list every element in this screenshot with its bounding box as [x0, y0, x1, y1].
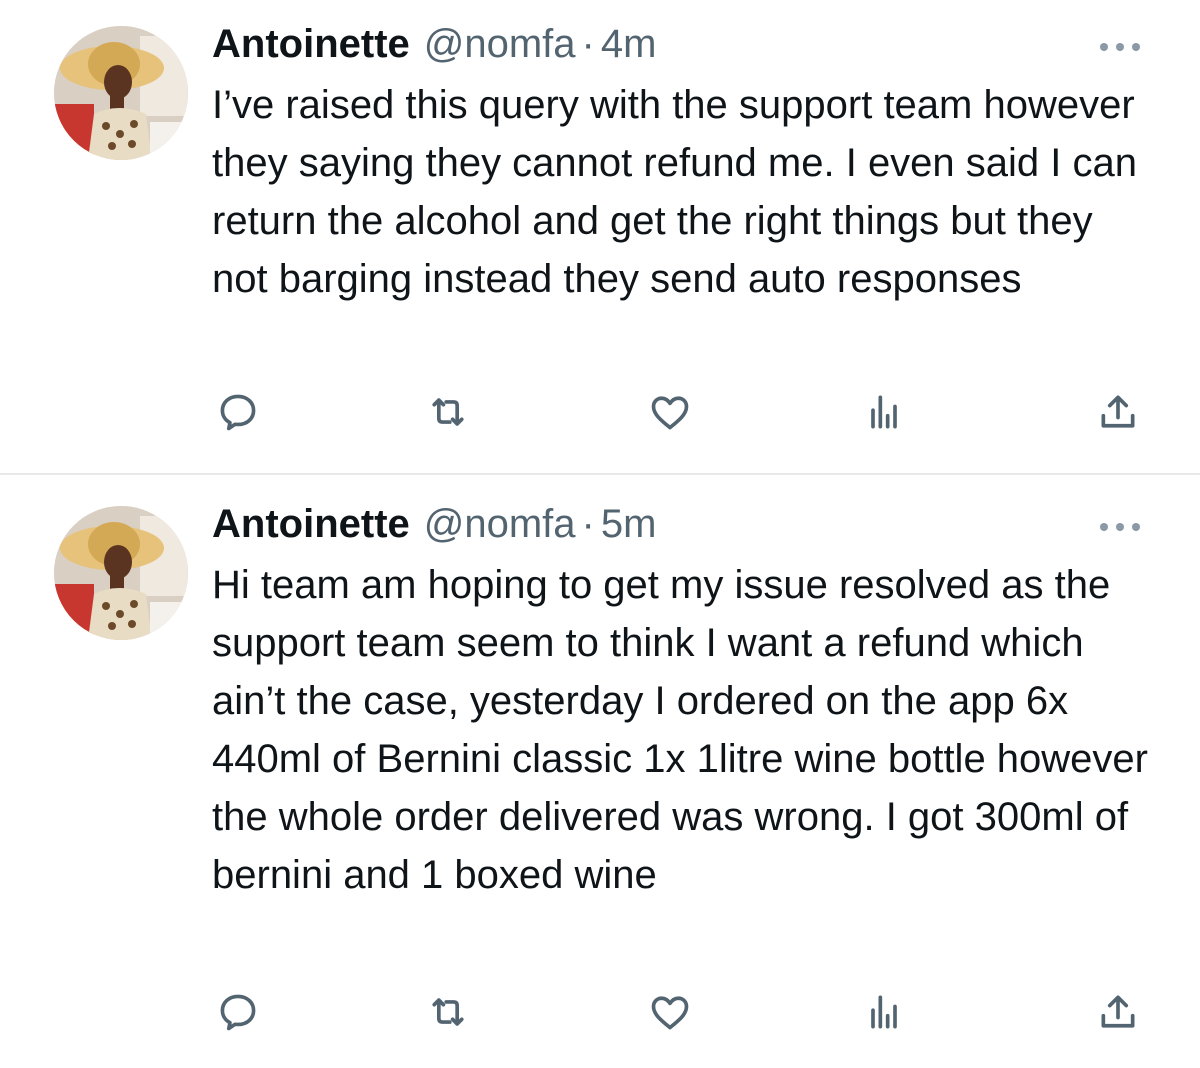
share-icon[interactable] — [1096, 990, 1140, 1034]
author-handle[interactable]: @nomfa — [424, 502, 576, 547]
views-icon[interactable] — [862, 990, 906, 1034]
retweet-icon[interactable] — [426, 990, 470, 1034]
reply-icon[interactable] — [216, 990, 260, 1034]
separator-dot: · — [581, 502, 595, 546]
avatar-photo — [54, 506, 188, 640]
avatar[interactable] — [54, 506, 188, 640]
more-options-icon[interactable] — [1100, 520, 1140, 534]
tweet-text: Hi team am hoping to get my issue resolv… — [212, 563, 1148, 897]
tweet-actions — [212, 990, 1142, 1034]
like-icon[interactable] — [648, 990, 692, 1034]
timestamp[interactable]: 5m — [601, 502, 657, 547]
tweet-header: Antoinette @nomfa · 5m — [212, 502, 656, 550]
tweet[interactable]: Antoinette @nomfa · 5m Hi team am hoping… — [0, 0, 1200, 1031]
author-name[interactable]: Antoinette — [212, 502, 410, 547]
